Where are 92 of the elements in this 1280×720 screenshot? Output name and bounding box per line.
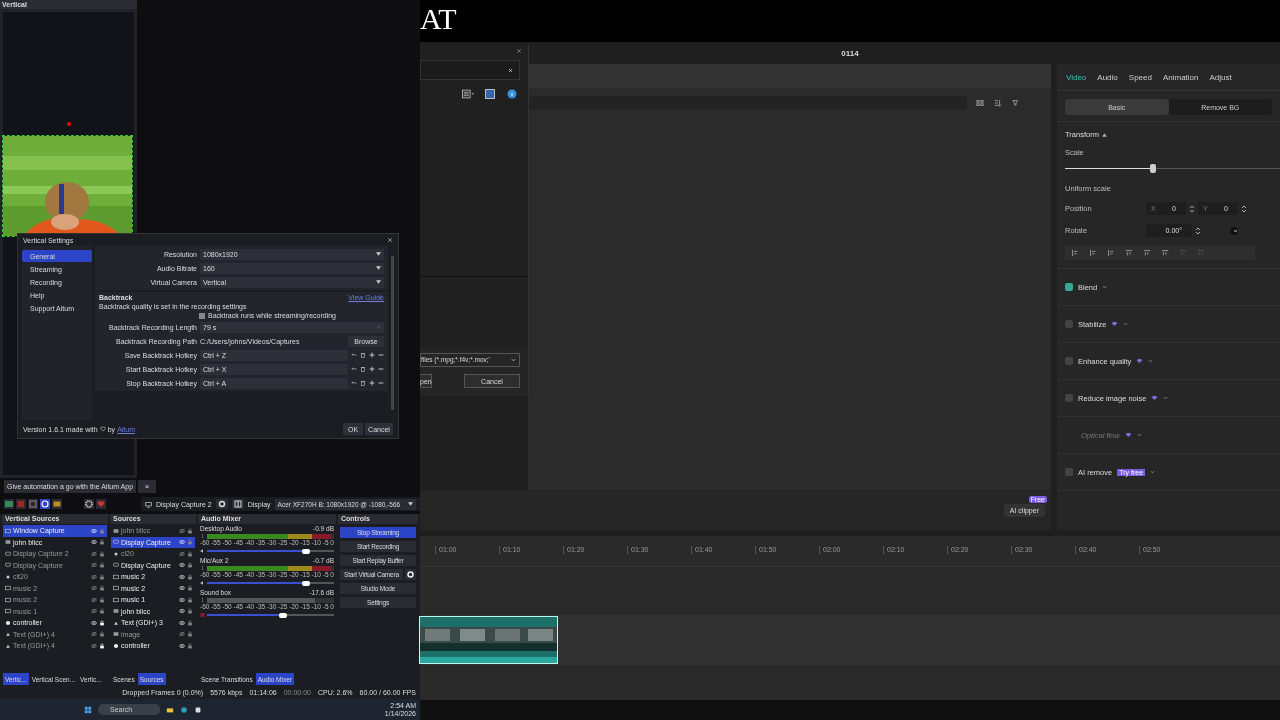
checkbox[interactable] (1065, 283, 1073, 291)
camera-icon[interactable] (52, 499, 62, 509)
checkbox[interactable] (199, 312, 205, 319)
menu-icon[interactable] (200, 597, 205, 603)
panel-tab[interactable]: Adjust (1209, 72, 1232, 82)
eye-icon[interactable] (179, 527, 185, 534)
undo-icon[interactable] (351, 366, 357, 372)
heart-icon (99, 426, 106, 432)
plus-icon[interactable] (369, 352, 375, 358)
align-icon[interactable] (1107, 249, 1115, 257)
eye-icon[interactable] (91, 562, 97, 569)
banner-text: AT (420, 2, 457, 35)
panel-tab[interactable]: Speed (1128, 72, 1152, 82)
minus-icon[interactable] (378, 366, 384, 372)
menu-icon[interactable] (200, 533, 205, 539)
eye-icon[interactable] (179, 631, 185, 638)
panel-tab[interactable]: Animation (1162, 72, 1199, 82)
eye-icon[interactable] (91, 631, 97, 638)
settings-icon[interactable] (405, 569, 416, 580)
checkbox[interactable] (1065, 357, 1073, 365)
dropdown-icon[interactable] (1148, 359, 1154, 363)
windows-icon[interactable] (84, 705, 92, 714)
circle-icon[interactable] (40, 499, 50, 509)
panel-tab[interactable]: Audio (1097, 72, 1118, 82)
minus-icon[interactable] (378, 352, 384, 358)
folder-icon[interactable] (166, 705, 174, 714)
dropdown-icon[interactable] (1123, 322, 1129, 326)
eye-icon[interactable] (91, 596, 97, 603)
dropdown-icon[interactable] (1102, 285, 1108, 289)
speaker-icon[interactable] (200, 580, 205, 586)
stepper-icon[interactable] (1195, 225, 1201, 236)
stepper-icon[interactable] (1189, 203, 1195, 214)
search-field[interactable] (420, 60, 520, 80)
caret-icon[interactable] (408, 502, 413, 506)
help-icon[interactable] (506, 89, 518, 99)
settings-icon[interactable] (215, 499, 228, 509)
align-icon[interactable] (1143, 249, 1151, 257)
eye-icon[interactable] (91, 550, 97, 557)
eye-icon[interactable] (91, 642, 97, 649)
slider-thumb[interactable] (302, 580, 311, 586)
settings-icon[interactable] (84, 499, 94, 509)
sort-icon[interactable] (993, 99, 1003, 107)
app-icon[interactable] (194, 705, 202, 714)
lock-icon[interactable] (99, 619, 105, 626)
rotation-dial-icon[interactable] (1229, 225, 1239, 236)
slider-thumb[interactable] (1150, 164, 1157, 173)
delete-icon[interactable] (360, 352, 366, 358)
close-button[interactable]: × (138, 479, 157, 493)
browser-icon[interactable] (180, 705, 188, 714)
align-icon[interactable] (1071, 249, 1079, 257)
chevron-icon[interactable] (511, 358, 516, 362)
filter-icon[interactable] (1011, 99, 1021, 107)
minus-icon[interactable] (378, 380, 384, 386)
plus-icon[interactable] (369, 366, 375, 372)
lock-icon[interactable] (99, 642, 105, 649)
preview-pane-icon[interactable] (484, 89, 496, 99)
caret-icon[interactable] (1101, 132, 1107, 137)
window-title: 0114 (841, 48, 859, 58)
speaker-icon[interactable] (200, 548, 205, 554)
panel-tab[interactable]: Video (1066, 72, 1087, 82)
align-icon[interactable] (1125, 249, 1133, 257)
caret-icon[interactable] (376, 266, 381, 270)
align-icon[interactable] (1089, 249, 1097, 257)
slider-thumb[interactable] (302, 548, 311, 554)
clear-icon[interactable] (508, 67, 513, 73)
caret-icon[interactable] (376, 280, 381, 284)
square-icon[interactable] (28, 499, 38, 509)
checkbox[interactable] (1065, 468, 1073, 476)
eye-icon[interactable] (179, 550, 185, 557)
checkbox[interactable] (1065, 394, 1073, 402)
caret-icon[interactable] (376, 252, 381, 256)
delete-icon[interactable] (360, 366, 366, 372)
align-icon[interactable] (1161, 249, 1169, 257)
grid-icon[interactable] (975, 99, 985, 107)
eye-icon[interactable] (91, 585, 97, 592)
checkbox[interactable] (1065, 320, 1073, 328)
eye-icon[interactable] (91, 608, 97, 615)
stepper-icon[interactable] (1241, 203, 1247, 214)
close-icon[interactable] (516, 48, 522, 54)
delete-icon[interactable] (360, 380, 366, 386)
dropdown-icon[interactable] (1150, 470, 1156, 474)
plus-icon[interactable] (369, 380, 375, 386)
dropdown-icon[interactable] (1163, 396, 1169, 400)
list-view-icon[interactable] (462, 89, 474, 99)
layout-icon[interactable] (231, 499, 244, 509)
eye-icon[interactable] (91, 573, 97, 580)
capture-icon[interactable] (4, 499, 14, 509)
undo-icon[interactable] (351, 352, 357, 358)
monitor-icon (145, 500, 152, 508)
slider-thumb[interactable] (279, 612, 288, 618)
undo-icon[interactable] (351, 380, 357, 386)
menu-icon[interactable] (200, 565, 205, 571)
